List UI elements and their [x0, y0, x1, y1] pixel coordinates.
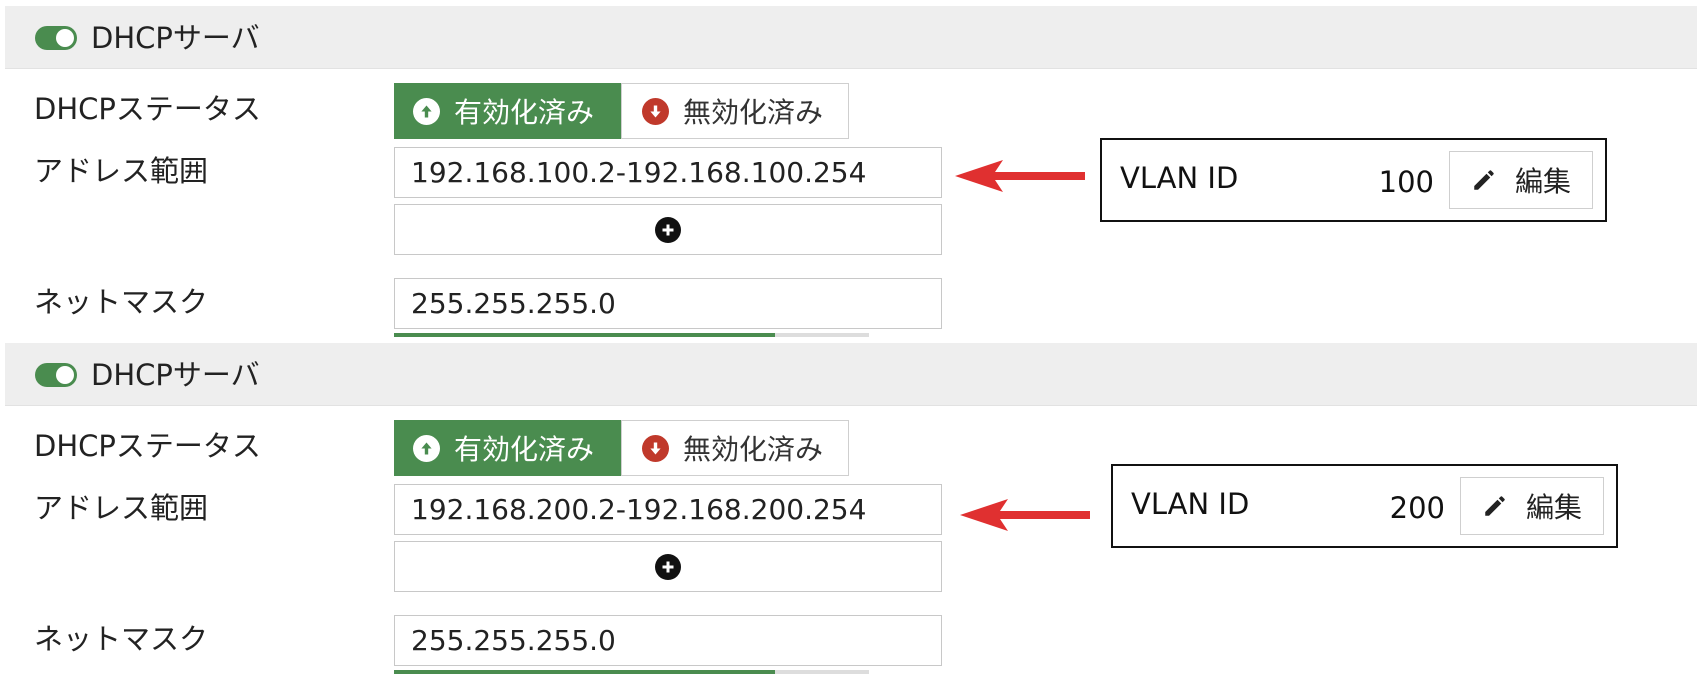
netmask-input[interactable]: 255.255.255.0 [394, 278, 942, 329]
dhcp-server-panel: DHCPサーバ DHCPステータス 有効化済み 無効化済み アドレス範囲 192… [0, 337, 1697, 674]
toggle-knob [56, 29, 74, 47]
status-disabled-label: 無効化済み [683, 96, 824, 129]
vlan-annotation-box: VLAN ID 100 編集 [1100, 138, 1607, 222]
add-address-range-button[interactable] [394, 541, 942, 592]
vlan-id-label: VLAN ID [1131, 487, 1250, 521]
status-disabled-label: 無効化済み [683, 433, 824, 466]
dhcp-server-panel: DHCPサーバ DHCPステータス 有効化済み 無効化済み アドレス範囲 192… [0, 0, 1697, 337]
status-disabled-button[interactable]: 無効化済み [621, 420, 849, 476]
plus-circle-icon [655, 553, 681, 580]
status-enabled-button[interactable]: 有効化済み [394, 83, 621, 139]
toggle-knob [56, 366, 74, 384]
status-enabled-label: 有効化済み [454, 96, 595, 129]
netmask-label: ネットマスク [34, 622, 209, 656]
edit-button-label: 編集 [1525, 491, 1582, 524]
cut-off-enabled-button [394, 670, 775, 674]
arrow-circle-down-icon [642, 97, 669, 125]
address-range-label: アドレス範囲 [34, 491, 209, 525]
add-address-range-button[interactable] [394, 204, 942, 255]
section-header: DHCPサーバ [5, 343, 1697, 406]
pencil-icon [1482, 493, 1508, 519]
plus-circle-icon [655, 216, 681, 243]
dhcp-status-label: DHCPステータス [34, 92, 261, 126]
cut-off-field [775, 670, 869, 674]
address-range-input[interactable]: 192.168.200.2-192.168.200.254 [394, 484, 942, 535]
status-enabled-label: 有効化済み [454, 433, 595, 466]
address-range-input[interactable]: 192.168.100.2-192.168.100.254 [394, 147, 942, 198]
vlan-id-value: 200 [1389, 491, 1445, 525]
section-title: DHCPサーバ [91, 21, 260, 55]
dhcp-server-toggle[interactable] [35, 26, 77, 50]
status-disabled-button[interactable]: 無効化済み [621, 83, 849, 139]
dhcp-status-label: DHCPステータス [34, 429, 261, 463]
arrow-circle-down-icon [642, 434, 669, 462]
vlan-id-value: 100 [1378, 165, 1434, 199]
netmask-label: ネットマスク [34, 285, 209, 319]
edit-button[interactable]: 編集 [1460, 477, 1604, 535]
annotation-arrow-icon [960, 499, 1090, 531]
pencil-icon [1471, 167, 1497, 193]
address-range-label: アドレス範囲 [34, 154, 209, 188]
vlan-annotation-box: VLAN ID 200 編集 [1111, 464, 1618, 548]
dhcp-server-toggle[interactable] [35, 363, 77, 387]
edit-button[interactable]: 編集 [1449, 151, 1593, 209]
annotation-arrow-icon [955, 160, 1085, 192]
section-header: DHCPサーバ [5, 6, 1697, 69]
arrow-circle-up-icon [413, 97, 440, 125]
edit-button-label: 編集 [1514, 165, 1571, 198]
netmask-input[interactable]: 255.255.255.0 [394, 615, 942, 666]
vlan-id-label: VLAN ID [1120, 161, 1239, 195]
section-title: DHCPサーバ [91, 358, 260, 392]
arrow-circle-up-icon [413, 434, 440, 462]
status-enabled-button[interactable]: 有効化済み [394, 420, 621, 476]
